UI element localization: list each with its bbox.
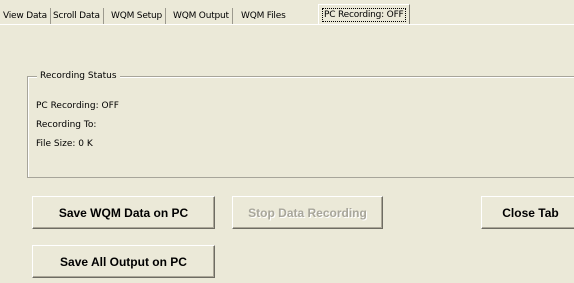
stop-data-recording-label: Stop Data Recording bbox=[248, 205, 367, 220]
tab-label: View Data bbox=[3, 11, 47, 21]
tab-pc-recording[interactable]: PC Recording: OFF bbox=[318, 4, 410, 25]
tab-label: WQM Files bbox=[241, 11, 286, 21]
tab-wqm-setup[interactable]: WQM Setup bbox=[108, 8, 167, 24]
save-all-output-label: Save All Output on PC bbox=[60, 254, 187, 269]
tab-label: PC Recording: OFF bbox=[322, 8, 406, 22]
tab-label: WQM Setup bbox=[111, 11, 163, 21]
tab-panel-border bbox=[0, 24, 574, 25]
file-size-label: File Size: 0 K bbox=[36, 139, 93, 149]
tab-strip: View Data Scroll Data WQM Setup WQM Outp… bbox=[0, 0, 574, 27]
tab-wqm-files[interactable]: WQM Files bbox=[238, 8, 289, 24]
window: View Data Scroll Data WQM Setup WQM Outp… bbox=[0, 0, 574, 283]
tab-label: WQM Output bbox=[173, 11, 229, 21]
tab-label: Scroll Data bbox=[53, 11, 100, 21]
stop-data-recording-button[interactable]: Stop Data Recording bbox=[232, 196, 383, 229]
save-wqm-data-button[interactable]: Save WQM Data on PC bbox=[32, 196, 215, 229]
tab-scroll-data[interactable]: Scroll Data bbox=[50, 8, 104, 24]
close-tab-button[interactable]: Close Tab bbox=[481, 196, 574, 229]
recording-status-group bbox=[27, 76, 574, 178]
close-tab-label: Close Tab bbox=[502, 205, 559, 220]
pc-recording-status: PC Recording: OFF bbox=[36, 101, 119, 111]
recording-to-label: Recording To: bbox=[36, 120, 97, 130]
tab-wqm-output[interactable]: WQM Output bbox=[170, 8, 233, 24]
recording-status-title: Recording Status bbox=[37, 70, 120, 82]
tab-view-data[interactable]: View Data bbox=[3, 8, 51, 24]
save-all-output-button[interactable]: Save All Output on PC bbox=[32, 245, 215, 278]
save-wqm-data-label: Save WQM Data on PC bbox=[58, 205, 189, 220]
